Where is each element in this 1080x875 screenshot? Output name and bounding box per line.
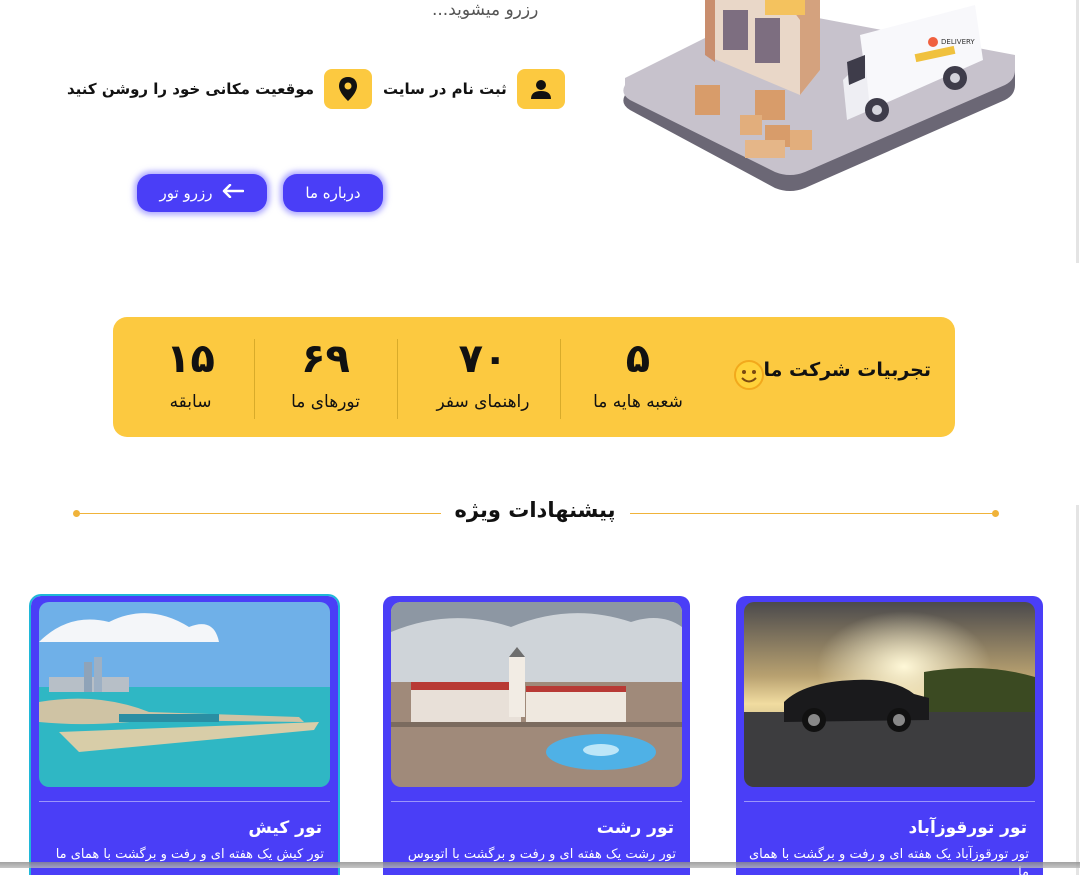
user-icon bbox=[516, 69, 565, 109]
arrow-left-icon bbox=[222, 183, 245, 202]
about-us-label: درباره ما bbox=[305, 184, 361, 202]
feature-location: موقعیت مکانی خود را روشن کنید bbox=[67, 69, 373, 109]
stat-guides: ۷۰ راهنمای سفر bbox=[408, 333, 558, 425]
section-line-left bbox=[78, 513, 441, 514]
about-us-button[interactable]: درباره ما bbox=[283, 174, 383, 212]
card-image-rasht bbox=[391, 602, 682, 787]
stat-guides-value: ۷۰ bbox=[458, 336, 508, 382]
hero-illustration: DELIVERY bbox=[615, 0, 1025, 195]
card-divider bbox=[39, 801, 330, 802]
page-edge-line bbox=[1076, 0, 1079, 263]
feature-register: ثبت نام در سایت bbox=[383, 69, 565, 109]
stat-branches-label: شعبه هایه ما bbox=[593, 392, 683, 412]
book-tour-button[interactable]: رزرو تور bbox=[137, 174, 267, 212]
offer-card[interactable]: تور کیش تور کیش یک هفته ای و رفت و برگشت… bbox=[29, 594, 340, 875]
card-divider bbox=[744, 801, 1035, 802]
stat-experience: ۱۵ سابقه bbox=[133, 333, 248, 425]
stat-divider bbox=[560, 339, 561, 419]
card-title: تور رشت bbox=[596, 818, 674, 838]
section-line-right bbox=[630, 513, 994, 514]
page-edge-line-lower bbox=[1076, 505, 1079, 875]
stat-tours-value: ۶۹ bbox=[301, 336, 350, 382]
book-tour-label: رزرو تور bbox=[159, 184, 213, 202]
location-pin-icon bbox=[324, 69, 373, 109]
stat-branches: ۵ شعبه هایه ما bbox=[563, 333, 713, 425]
stats-title: تجربیات شرکت ما bbox=[763, 359, 931, 381]
stat-guides-label: راهنمای سفر bbox=[436, 392, 530, 412]
smiley-icon bbox=[733, 359, 765, 391]
stat-tours-label: تورهای ما bbox=[291, 392, 360, 412]
section-title: پیشنهادات ویژه bbox=[454, 498, 616, 522]
van-label: DELIVERY bbox=[941, 38, 975, 46]
stat-experience-value: ۱۵ bbox=[166, 336, 215, 382]
offer-card[interactable]: تور تورقوزآباد تور تورقوزآباد یک هفته ای… bbox=[736, 596, 1043, 875]
feature-location-label: موقعیت مکانی خود را روشن کنید bbox=[67, 80, 315, 98]
feature-register-label: ثبت نام در سایت bbox=[383, 80, 507, 98]
stat-divider bbox=[254, 339, 255, 419]
card-description: تور تورقوزآباد یک هفته ای و رفت و برگشت … bbox=[749, 847, 1029, 875]
stat-tours: ۶۹ تورهای ما bbox=[258, 333, 393, 425]
card-title: تور کیش bbox=[248, 818, 322, 838]
card-image-car bbox=[744, 602, 1035, 787]
stats-panel: تجربیات شرکت ما ۵ شعبه هایه ما ۷۰ راهنما… bbox=[113, 317, 955, 437]
card-divider bbox=[391, 801, 682, 802]
hero-tagline: رزرو میشوید... bbox=[432, 0, 539, 20]
card-image-kish bbox=[39, 602, 330, 787]
section-line-dot bbox=[992, 510, 999, 517]
stat-branches-value: ۵ bbox=[625, 336, 651, 382]
card-title: تور تورقوزآباد bbox=[908, 818, 1027, 838]
stat-experience-label: سابقه bbox=[169, 392, 212, 412]
horizontal-scrollbar[interactable] bbox=[0, 862, 1080, 868]
stat-divider bbox=[397, 339, 398, 419]
offer-card[interactable]: تور رشت تور رشت یک هفته ای و رفت و برگشت… bbox=[383, 596, 690, 875]
